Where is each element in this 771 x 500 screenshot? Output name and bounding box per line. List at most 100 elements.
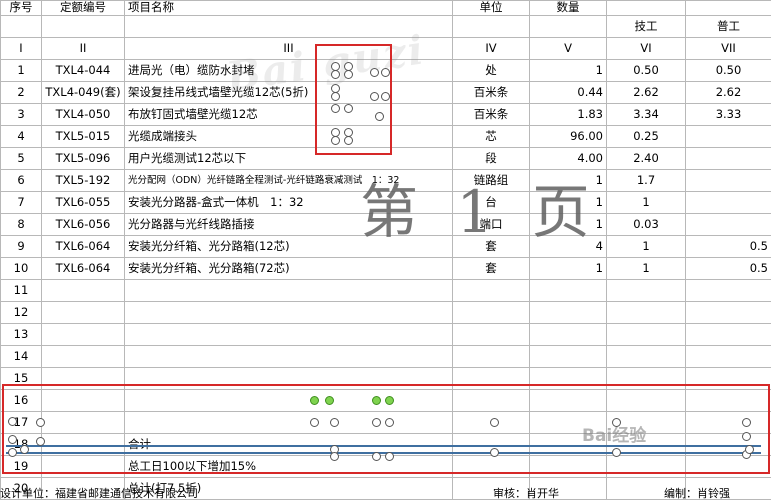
general-labor-cell[interactable] [686,302,771,324]
quantity-cell[interactable]: 0.44 [530,82,607,104]
item-name-cell[interactable]: 进局光（电）缆防水封堵 [125,60,453,82]
item-name-cell[interactable]: 合计 [125,434,453,456]
resize-handle[interactable] [375,112,384,121]
resize-handle[interactable] [372,452,381,461]
quota-code-cell[interactable]: TXL5-015 [42,126,125,148]
item-name-cell[interactable]: 安装光分纤箱、光分路箱(12芯) [125,236,453,258]
row-number-cell[interactable]: 3 [1,104,42,126]
resize-handle[interactable] [490,418,499,427]
resize-handle[interactable] [310,418,319,427]
quota-code-cell[interactable]: TXL4-044 [42,60,125,82]
resize-handle[interactable] [20,445,29,454]
resize-handle[interactable] [331,92,340,101]
row-number-cell[interactable]: 1 [1,60,42,82]
item-name-cell[interactable] [125,412,453,434]
resize-handle[interactable] [385,396,394,405]
resize-handle[interactable] [381,92,390,101]
item-name-cell[interactable]: 安装光分路器-盒式一体机 1：32 [125,192,453,214]
resize-handle[interactable] [344,70,353,79]
quantity-cell[interactable]: 1 [530,192,607,214]
item-name-cell[interactable] [125,368,453,390]
unit-cell[interactable]: 端口 [453,214,530,236]
quantity-cell[interactable]: 4.00 [530,148,607,170]
unit-cell[interactable]: 芯 [453,126,530,148]
resize-handle[interactable] [742,432,751,441]
resize-handle[interactable] [330,418,339,427]
unit-cell[interactable] [453,368,530,390]
quantity-cell[interactable] [530,456,607,478]
resize-handle[interactable] [331,104,340,113]
skilled-labor-cell[interactable]: 2.40 [607,148,686,170]
quantity-cell[interactable] [530,368,607,390]
quota-code-cell[interactable] [42,280,125,302]
unit-cell[interactable] [453,324,530,346]
unit-cell[interactable] [453,456,530,478]
row-number-cell[interactable]: 13 [1,324,42,346]
general-labor-cell[interactable] [686,412,771,434]
quantity-cell[interactable] [530,412,607,434]
item-name-cell[interactable]: 安装光分纤箱、光分路箱(72芯) [125,258,453,280]
unit-cell[interactable]: 套 [453,258,530,280]
skilled-labor-cell[interactable]: 2.62 [607,82,686,104]
quantity-cell[interactable] [530,302,607,324]
quota-code-cell[interactable] [42,434,125,456]
resize-handle[interactable] [370,92,379,101]
general-labor-cell[interactable]: 0.5 [686,236,771,258]
unit-cell[interactable]: 处 [453,60,530,82]
row-number-cell[interactable]: 4 [1,126,42,148]
item-name-cell[interactable] [125,390,453,412]
unit-cell[interactable] [453,302,530,324]
unit-cell[interactable] [453,346,530,368]
resize-handle[interactable] [385,418,394,427]
row-number-cell[interactable]: 16 [1,390,42,412]
general-labor-cell[interactable] [686,368,771,390]
skilled-labor-cell[interactable] [607,456,686,478]
row-number-cell[interactable]: 5 [1,148,42,170]
general-labor-cell[interactable] [686,456,771,478]
resize-handle[interactable] [490,448,499,457]
resize-handle[interactable] [36,437,45,446]
general-labor-cell[interactable] [686,280,771,302]
quota-code-cell[interactable]: TXL6-064 [42,258,125,280]
resize-handle[interactable] [331,70,340,79]
skilled-labor-cell[interactable] [607,302,686,324]
row-number-cell[interactable]: 14 [1,346,42,368]
unit-cell[interactable]: 链路组 [453,170,530,192]
unit-cell[interactable]: 台 [453,192,530,214]
quantity-cell[interactable] [530,324,607,346]
skilled-labor-cell[interactable]: 1.7 [607,170,686,192]
general-labor-cell[interactable] [686,214,771,236]
skilled-labor-cell[interactable] [607,280,686,302]
resize-handle[interactable] [372,418,381,427]
resize-handle[interactable] [381,68,390,77]
quota-code-cell[interactable] [42,412,125,434]
resize-handle[interactable] [330,452,339,461]
quota-code-cell[interactable] [42,368,125,390]
row-number-cell[interactable]: 8 [1,214,42,236]
quantity-cell[interactable]: 1.83 [530,104,607,126]
quantity-cell[interactable]: 96.00 [530,126,607,148]
skilled-labor-cell[interactable]: 0.25 [607,126,686,148]
quota-code-cell[interactable]: TXL5-096 [42,148,125,170]
row-number-cell[interactable]: 9 [1,236,42,258]
skilled-labor-cell[interactable]: 1 [607,236,686,258]
row-number-cell[interactable]: 15 [1,368,42,390]
row-number-cell[interactable]: 10 [1,258,42,280]
quota-code-cell[interactable] [42,302,125,324]
unit-cell[interactable]: 套 [453,236,530,258]
row-number-cell[interactable]: 6 [1,170,42,192]
row-number-cell[interactable]: 11 [1,280,42,302]
quota-code-cell[interactable] [42,390,125,412]
skilled-labor-cell[interactable]: 0.03 [607,214,686,236]
resize-handle[interactable] [612,418,621,427]
resize-handle[interactable] [8,435,17,444]
general-labor-cell[interactable] [686,170,771,192]
unit-cell[interactable] [453,280,530,302]
quota-code-cell[interactable] [42,456,125,478]
quota-code-cell[interactable] [42,324,125,346]
quota-code-cell[interactable]: TXL5-192 [42,170,125,192]
general-labor-cell[interactable] [686,390,771,412]
general-labor-cell[interactable] [686,126,771,148]
skilled-labor-cell[interactable] [607,324,686,346]
resize-handle[interactable] [344,136,353,145]
